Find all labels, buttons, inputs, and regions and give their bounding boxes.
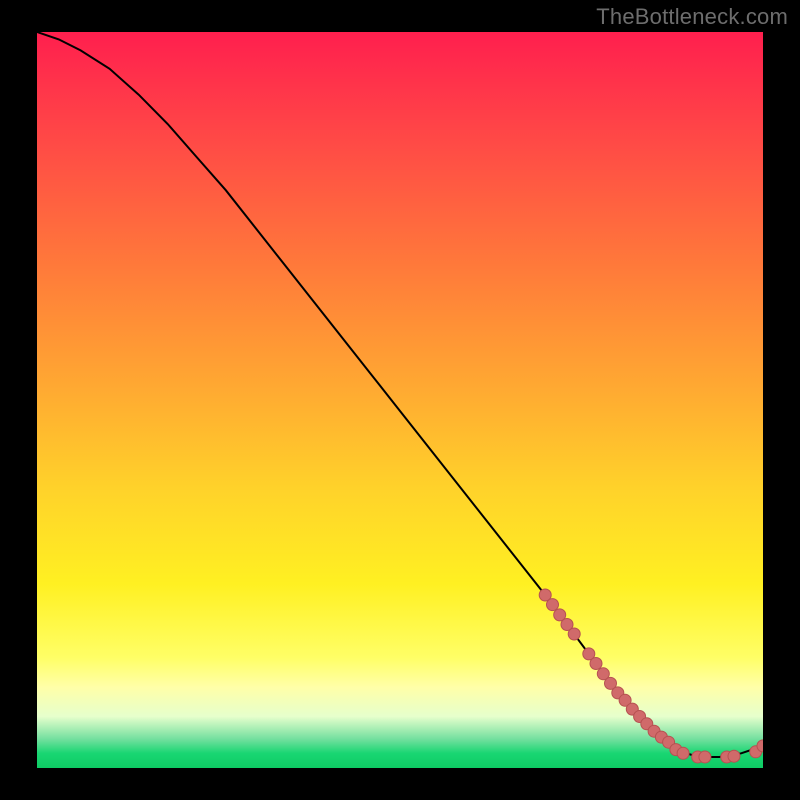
chart-frame: TheBottleneck.com (0, 0, 800, 800)
watermark-text: TheBottleneck.com (596, 4, 788, 30)
plot-area (37, 32, 763, 768)
